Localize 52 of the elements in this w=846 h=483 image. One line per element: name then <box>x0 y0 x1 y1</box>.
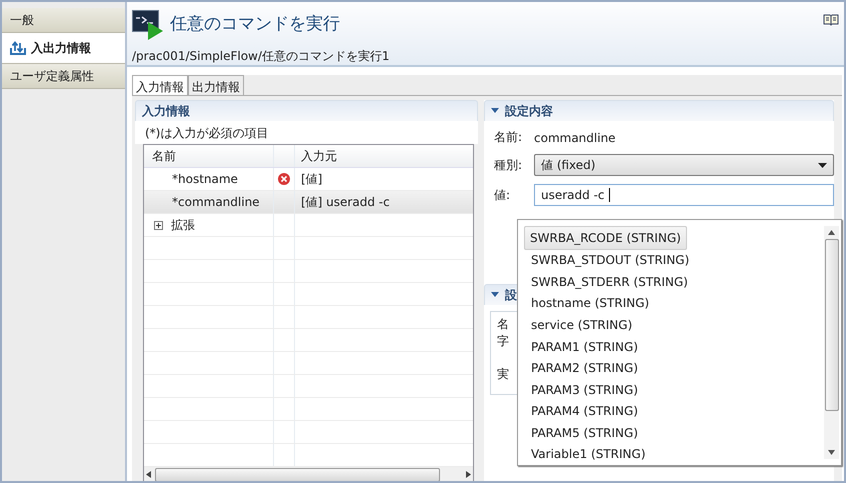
suggestion-item[interactable]: PARAM4 (STRING) <box>526 400 644 422</box>
section-header[interactable]: 設定内容 <box>484 100 834 121</box>
book-icon[interactable] <box>823 14 839 26</box>
sidebar-item[interactable]: ユーザ定義属性 <box>2 64 125 89</box>
param-source: [値] <box>301 170 322 188</box>
scroll-right-icon[interactable] <box>466 471 471 478</box>
tab[interactable]: 入力情報 <box>132 75 188 95</box>
vertical-scrollbar[interactable] <box>824 226 839 459</box>
suggestion-item[interactable]: hostname (STRING) <box>526 292 654 314</box>
param-name: *hostname <box>171 172 238 186</box>
tab[interactable]: 出力情報 <box>188 75 244 95</box>
field-label: 値: <box>494 186 512 204</box>
param-source: [値] useradd -c <box>301 194 390 210</box>
scroll-down-icon[interactable] <box>828 450 835 455</box>
scroll-up-icon[interactable] <box>828 230 835 235</box>
field-label: 種別: <box>494 156 524 174</box>
detail-text: 実 <box>497 366 509 383</box>
suggestion-item[interactable]: service (STRING) <box>526 314 638 336</box>
value-field[interactable]: useradd -c <box>534 184 834 206</box>
type-dropdown[interactable]: 値 (fixed) <box>534 154 834 176</box>
table-row[interactable]: 拡張 <box>144 214 473 237</box>
section-header: 入力情報 <box>135 100 478 121</box>
group-name: 拡張 <box>171 216 195 234</box>
suggestion-item[interactable]: Variable1 (STRING) <box>526 443 650 466</box>
detail-text: 名 <box>497 316 509 333</box>
collapse-arrow-icon[interactable] <box>491 108 499 114</box>
table-row[interactable]: *commandline [値] useradd -c <box>144 191 473 214</box>
page-title: 任意のコマンドを実行 <box>170 13 340 35</box>
dropdown-arrow-icon <box>818 162 827 168</box>
param-name: *commandline <box>171 195 260 209</box>
detail-text: 字 <box>497 333 509 350</box>
sidebar-item[interactable]: 入出力情報 <box>2 33 125 64</box>
suggestion-item[interactable]: SWRBA_STDOUT (STRING) <box>526 250 694 272</box>
collapse-arrow-icon[interactable] <box>491 292 499 298</box>
scroll-left-icon[interactable] <box>146 471 151 478</box>
sidebar-item[interactable]: 一般 <box>2 8 125 33</box>
horizontal-scrollbar[interactable] <box>144 467 473 481</box>
required-note: (*)は入力が必須の項目 <box>135 121 478 144</box>
upload-download-icon <box>10 41 26 55</box>
column-header[interactable]: 名前 <box>144 145 274 167</box>
command-run-icon <box>132 10 164 40</box>
field-label: 名前: <box>494 129 524 146</box>
name-value: commandline <box>534 130 616 144</box>
suggestion-item[interactable]: PARAM2 (STRING) <box>526 357 644 379</box>
suggestion-item[interactable]: SWRBA_RCODE (STRING) <box>524 226 687 250</box>
suggestion-item[interactable]: PARAM5 (STRING) <box>526 422 644 444</box>
column-header[interactable]: 入力元 <box>295 145 473 167</box>
expand-icon[interactable] <box>154 220 163 230</box>
suggestion-item[interactable]: SWRBA_STDERR (STRING) <box>526 271 693 293</box>
suggestion-item[interactable]: PARAM1 (STRING) <box>526 336 644 358</box>
breadcrumb-path: /prac001/SimpleFlow/任意のコマンドを実行1 <box>132 48 391 65</box>
suggestion-item[interactable]: PARAM3 (STRING) <box>526 378 644 400</box>
